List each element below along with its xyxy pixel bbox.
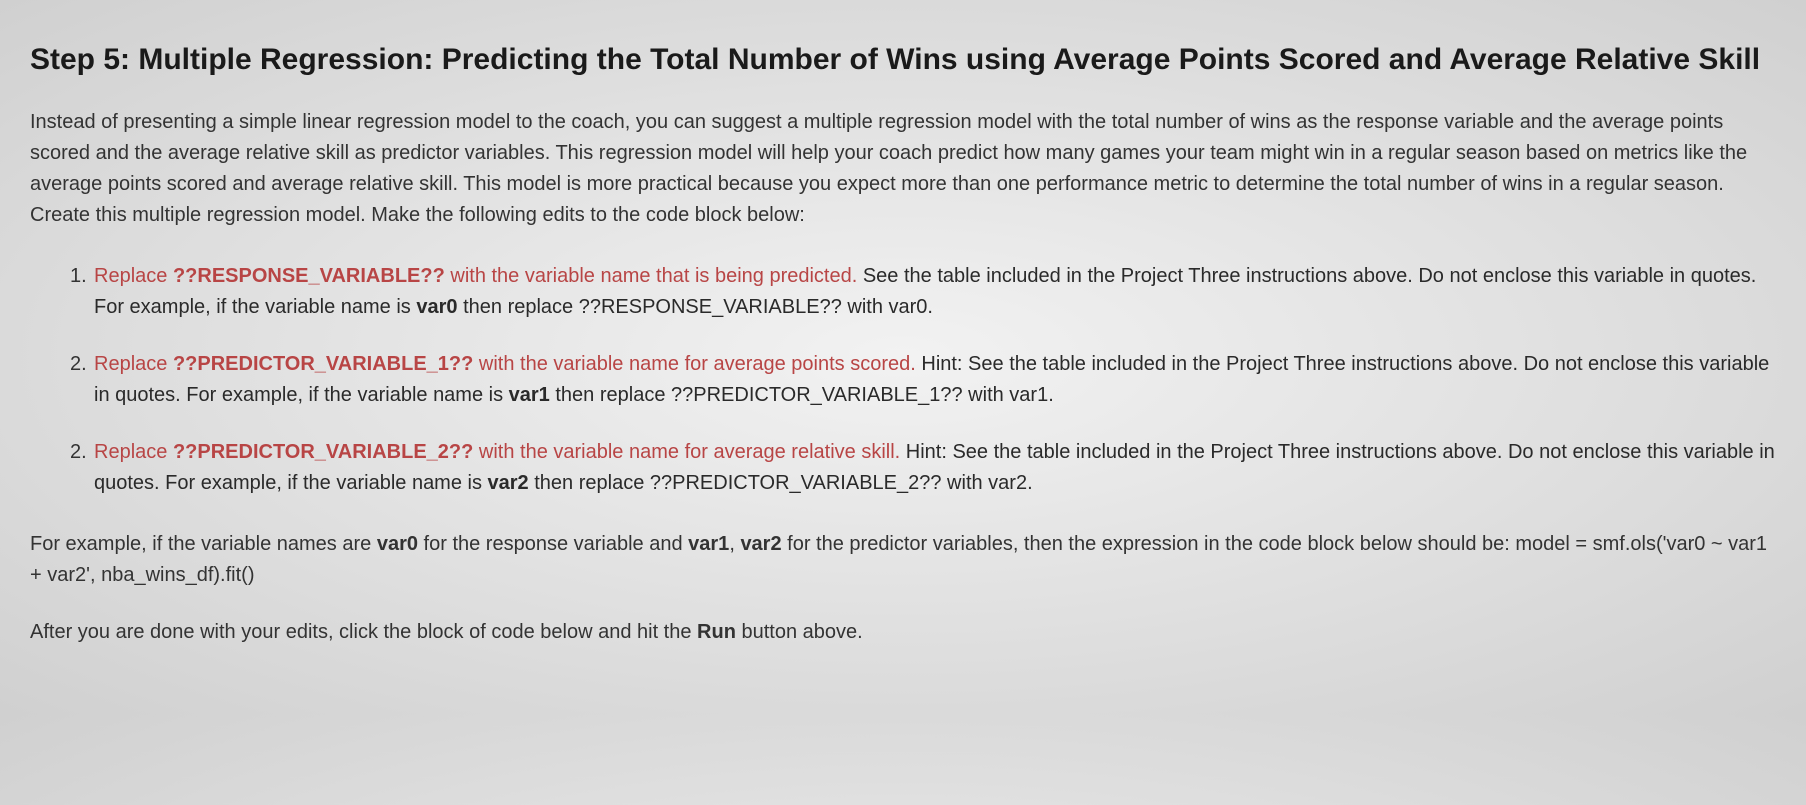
- var0: var0: [377, 533, 418, 555]
- lead-text: Replace: [94, 353, 173, 375]
- item-lead: Replace ??RESPONSE_VARIABLE?? with the v…: [94, 265, 857, 287]
- document-page: Step 5: Multiple Regression: Predicting …: [0, 0, 1806, 714]
- item-lead: Replace ??PREDICTOR_VARIABLE_2?? with th…: [94, 441, 900, 463]
- mid-text: with the variable name that is being pre…: [445, 265, 857, 287]
- item-number: 2.: [70, 437, 87, 468]
- lead-text: Replace: [94, 265, 173, 287]
- item-number: 1.: [70, 261, 87, 292]
- step-heading: Step 5: Multiple Regression: Predicting …: [30, 40, 1776, 79]
- intro-paragraph: Instead of presenting a simple linear re…: [30, 107, 1776, 231]
- var2: var2: [740, 533, 781, 555]
- rest-text-2: then replace ??PREDICTOR_VARIABLE_1?? wi…: [550, 384, 1054, 406]
- example-pre: For example, if the variable names are: [30, 533, 377, 555]
- list-item: 2. Replace ??PREDICTOR_VARIABLE_1?? with…: [70, 349, 1776, 411]
- lead-text: Replace: [94, 441, 173, 463]
- run-post: button above.: [736, 621, 863, 643]
- run-pre: After you are done with your edits, clic…: [30, 621, 697, 643]
- example-mid1: for the response variable and: [418, 533, 688, 555]
- var1: var1: [688, 533, 729, 555]
- example-comma: ,: [729, 533, 740, 555]
- var-name: var1: [509, 384, 550, 406]
- item-number: 2.: [70, 349, 87, 380]
- run-paragraph: After you are done with your edits, clic…: [30, 617, 1776, 648]
- list-item: 2. Replace ??PREDICTOR_VARIABLE_2?? with…: [70, 437, 1776, 499]
- item-lead: Replace ??PREDICTOR_VARIABLE_1?? with th…: [94, 353, 916, 375]
- placeholder-token: ??PREDICTOR_VARIABLE_2??: [173, 441, 473, 463]
- placeholder-token: ??PREDICTOR_VARIABLE_1??: [173, 353, 473, 375]
- placeholder-token: ??RESPONSE_VARIABLE??: [173, 265, 445, 287]
- mid-text: with the variable name for average relat…: [473, 441, 900, 463]
- var-name: var0: [416, 296, 457, 318]
- mid-text: with the variable name for average point…: [473, 353, 915, 375]
- instruction-list: 1. Replace ??RESPONSE_VARIABLE?? with th…: [30, 261, 1776, 499]
- var-name: var2: [488, 472, 529, 494]
- rest-text-2: then replace ??PREDICTOR_VARIABLE_2?? wi…: [529, 472, 1033, 494]
- list-item: 1. Replace ??RESPONSE_VARIABLE?? with th…: [70, 261, 1776, 323]
- rest-text-2: then replace ??RESPONSE_VARIABLE?? with …: [458, 296, 933, 318]
- run-button-name: Run: [697, 621, 736, 643]
- example-paragraph: For example, if the variable names are v…: [30, 529, 1776, 591]
